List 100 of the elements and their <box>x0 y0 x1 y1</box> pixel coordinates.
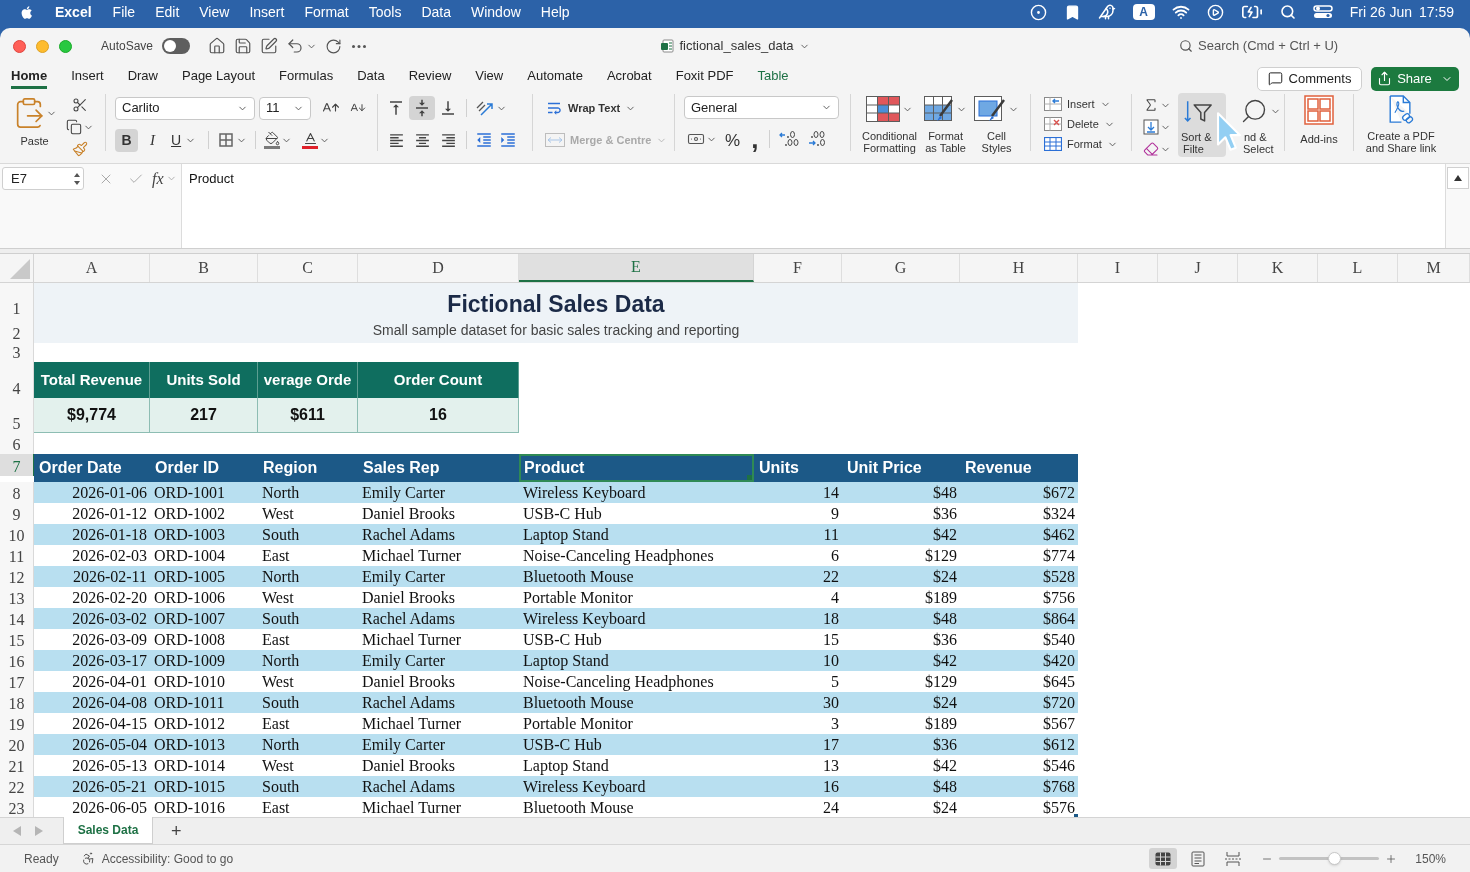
row-header[interactable]: 22 <box>0 776 34 797</box>
column-header[interactable]: G <box>842 254 960 282</box>
row-header[interactable]: 10 <box>0 524 34 545</box>
wrap-text-button[interactable]: Wrap Text <box>545 96 674 120</box>
row-header[interactable]: 9 <box>0 503 34 524</box>
collapse-button[interactable] <box>1447 167 1469 189</box>
comma-style-button[interactable]: , <box>745 128 765 150</box>
column-header[interactable]: B <box>150 254 258 282</box>
ribbon-tab[interactable]: Data <box>357 65 385 89</box>
row-header[interactable]: 2 <box>0 318 34 343</box>
row-header[interactable]: 11 <box>0 545 34 566</box>
column-header[interactable]: H <box>960 254 1078 282</box>
column-header[interactable]: C <box>258 254 358 282</box>
row-header[interactable]: 4 <box>0 362 34 398</box>
paste-button[interactable]: Paste <box>12 91 57 154</box>
ribbon-tab[interactable]: Formulas <box>279 65 334 89</box>
close-button[interactable] <box>13 39 26 53</box>
row-header[interactable]: 5 <box>0 398 34 433</box>
ribbon-tab[interactable]: View <box>475 65 504 89</box>
menu-item[interactable]: View <box>199 1 230 23</box>
menu-item[interactable]: Insert <box>249 1 285 23</box>
previous-sheet-button[interactable] <box>13 826 21 836</box>
add-sheet-button[interactable]: + <box>167 818 186 844</box>
row-header[interactable]: 12 <box>0 566 34 587</box>
styles-button[interactable]: Format as Table <box>922 91 970 154</box>
formula-field[interactable]: Product <box>181 164 1446 248</box>
input-source[interactable]: A <box>1132 4 1155 20</box>
row-header[interactable]: 16 <box>0 650 34 671</box>
row-header[interactable]: 8 <box>0 482 34 503</box>
wifi-icon[interactable] <box>1171 3 1190 21</box>
ribbon-tab[interactable]: Foxit PDF <box>675 65 734 89</box>
spinner-icon[interactable] <box>73 171 81 186</box>
menu-item[interactable]: Data <box>421 1 451 23</box>
menu-item[interactable]: Tools <box>368 1 402 23</box>
ribbon-tab[interactable]: Review <box>408 65 452 89</box>
column-header[interactable]: A <box>34 254 150 282</box>
insert-function-button[interactable]: fx <box>152 166 164 191</box>
cells-button[interactable]: Format <box>1044 134 1131 154</box>
column-header[interactable]: M <box>1398 254 1470 282</box>
ribbon-tab[interactable]: Insert <box>71 65 104 89</box>
row-header[interactable]: 15 <box>0 629 34 650</box>
next-sheet-button[interactable] <box>35 826 43 836</box>
row-header[interactable]: 6 <box>0 433 34 454</box>
row-header[interactable]: 18 <box>0 692 34 713</box>
number-format-field[interactable]: General <box>684 96 839 119</box>
autosave-toggle[interactable] <box>162 38 191 54</box>
ribbon-tab[interactable]: Draw <box>127 65 158 89</box>
row-header[interactable]: 17 <box>0 671 34 692</box>
text-style-button[interactable]: I <box>141 128 164 152</box>
app-menu[interactable]: Excel <box>55 1 92 23</box>
row-header[interactable]: 23 <box>0 797 34 817</box>
row-header[interactable]: 13 <box>0 587 34 608</box>
text-style-button[interactable]: U <box>167 128 201 152</box>
apple-icon[interactable] <box>20 3 35 21</box>
record-icon[interactable] <box>1029 3 1047 21</box>
share-button[interactable]: Share <box>1371 66 1459 91</box>
minimize-button[interactable] <box>36 39 49 53</box>
row-header[interactable]: 19 <box>0 713 34 734</box>
fill-handle-icon[interactable] <box>747 475 752 480</box>
row-header[interactable]: 14 <box>0 608 34 629</box>
slider-thumb[interactable] <box>1328 852 1342 865</box>
font-name-field[interactable]: Carlito <box>115 96 255 120</box>
ribbon-tab[interactable]: Page Layout <box>182 65 255 89</box>
column-header[interactable]: K <box>1238 254 1318 282</box>
cells-button[interactable]: Delete <box>1044 114 1131 134</box>
menu-item[interactable]: Help <box>540 1 570 23</box>
create-pdf-button[interactable]: Create a PDF and Share link <box>1365 91 1437 154</box>
file-name-button[interactable]: fictional_sales_data <box>660 36 810 56</box>
save-as-button[interactable] <box>260 37 279 55</box>
redo-button[interactable] <box>325 37 343 55</box>
ribbon-tab[interactable]: Table <box>757 65 789 89</box>
undo-button[interactable] <box>286 37 318 55</box>
menu-time[interactable]: 17:59 <box>1418 1 1454 23</box>
column-header[interactable]: J <box>1158 254 1238 282</box>
comments-button[interactable]: Comments <box>1257 66 1362 91</box>
font-size-field[interactable]: 11 <box>259 96 311 120</box>
text-style-button[interactable]: B <box>115 128 138 152</box>
row-header[interactable]: 21 <box>0 755 34 776</box>
vertical-align-button[interactable] <box>409 96 435 120</box>
zoom-button[interactable] <box>59 39 72 53</box>
styles-button[interactable]: Conditional Formatting <box>860 91 920 154</box>
menu-item[interactable]: Window <box>471 1 521 23</box>
sheet-tab[interactable]: Sales Data <box>63 817 153 844</box>
search-field[interactable]: Search (Cmd + Ctrl + U) <box>1179 36 1350 56</box>
menu-item[interactable]: Format <box>304 1 349 23</box>
ribbon-tab[interactable]: Automate <box>527 65 583 89</box>
column-header[interactable]: E <box>519 254 754 282</box>
search-icon[interactable] <box>1279 4 1296 20</box>
ribbon-tab[interactable]: Acrobat <box>606 65 652 89</box>
save-button[interactable] <box>234 37 253 55</box>
percent-button[interactable]: % <box>720 128 746 150</box>
menu-item[interactable]: File <box>112 1 136 23</box>
bird-icon[interactable] <box>1097 3 1116 21</box>
play-icon[interactable] <box>1206 3 1224 21</box>
row-header[interactable]: 3 <box>0 343 34 362</box>
name-box[interactable]: E7 <box>2 167 84 190</box>
cells-button[interactable]: Insert <box>1044 94 1131 114</box>
zoom-in-button[interactable] <box>1385 852 1398 865</box>
toggles-icon[interactable] <box>1312 5 1333 19</box>
home-button[interactable] <box>208 37 227 55</box>
